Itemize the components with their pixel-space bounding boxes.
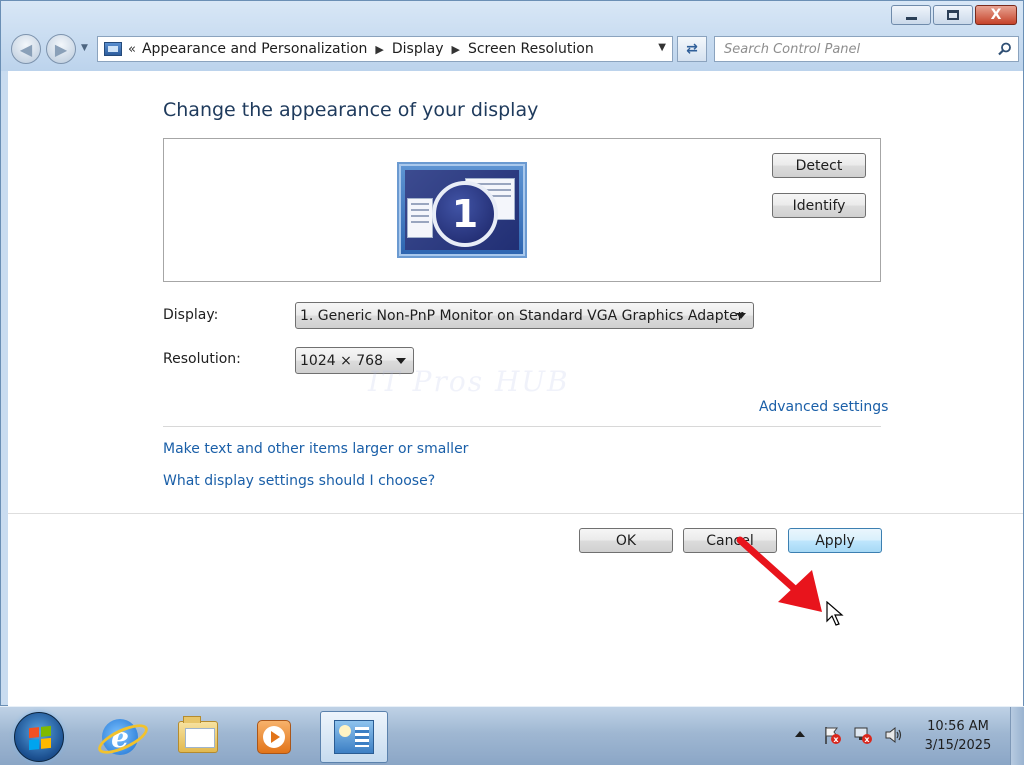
forward-button[interactable]: ▶ [46, 34, 76, 64]
resolution-label: Resolution: [163, 351, 241, 367]
taskbar-internet-explorer[interactable]: e [86, 711, 154, 763]
page-title: Change the appearance of your display [163, 99, 539, 121]
show-hidden-icons-button[interactable] [795, 731, 805, 737]
watermark: IT Pros HUB [368, 365, 570, 398]
windows-explorer-icon [178, 716, 218, 753]
windows-logo-icon [29, 725, 51, 751]
address-dropdown-icon[interactable]: ▼ [658, 42, 666, 53]
help-link[interactable]: What display settings should I choose? [163, 473, 435, 489]
internet-explorer-icon: e [102, 719, 138, 755]
search-input[interactable] [724, 41, 994, 57]
display-select[interactable]: 1. Generic Non-PnP Monitor on Standard V… [295, 302, 754, 329]
restore-button[interactable] [933, 5, 973, 25]
breadcrumb-overflow[interactable]: « [128, 42, 136, 57]
network-icon[interactable]: x [853, 725, 873, 745]
control-panel-icon [334, 720, 374, 754]
volume-icon[interactable] [884, 725, 904, 745]
media-player-icon [257, 720, 291, 754]
minimize-button[interactable] [891, 5, 931, 25]
divider [163, 426, 881, 427]
chevron-down-icon [396, 358, 406, 364]
text-size-link[interactable]: Make text and other items larger or smal… [163, 441, 468, 457]
breadcrumb-separator-icon[interactable]: ▶ [375, 43, 383, 56]
search-icon[interactable] [998, 42, 1012, 56]
annotation-arrow-icon [736, 536, 822, 612]
advanced-settings-link[interactable]: Advanced settings [759, 399, 888, 415]
restore-icon [947, 10, 959, 20]
taskbar: e x x 10:56 AM 3/15/2025 [0, 706, 1024, 765]
divider [8, 513, 1023, 514]
monitor-screen: 1 [405, 170, 519, 250]
system-clock[interactable]: 10:56 AM 3/15/2025 [918, 717, 998, 755]
clock-time: 10:56 AM [927, 719, 989, 734]
taskbar-media-player[interactable] [240, 711, 308, 763]
monitor-1-thumbnail[interactable]: 1 [397, 162, 527, 258]
ok-button[interactable]: OK [579, 528, 673, 553]
breadcrumb-separator-icon[interactable]: ▶ [452, 43, 460, 56]
svg-text:x: x [864, 735, 870, 744]
refresh-button[interactable]: ⇄ [677, 36, 707, 62]
mouse-cursor-icon [826, 601, 844, 626]
refresh-icon: ⇄ [686, 41, 698, 57]
screen-resolution-window: X ◀ ▶ ▼ « Appearance and Personalization… [0, 0, 1024, 707]
display-select-value: 1. Generic Non-PnP Monitor on Standard V… [300, 307, 744, 324]
back-button[interactable]: ◀ [11, 34, 41, 64]
control-panel-icon [104, 42, 122, 56]
taskbar-windows-explorer[interactable] [164, 711, 232, 763]
detect-button[interactable]: Detect [772, 153, 866, 178]
close-icon: X [990, 7, 1002, 23]
recent-pages-dropdown[interactable]: ▼ [81, 43, 88, 53]
taskbar-control-panel[interactable] [320, 711, 388, 763]
search-box[interactable] [714, 36, 1019, 62]
monitor-number-badge: 1 [432, 181, 498, 247]
mini-window [407, 198, 433, 238]
svg-text:x: x [833, 735, 839, 744]
clock-date: 3/15/2025 [924, 738, 992, 753]
breadcrumb-appearance[interactable]: Appearance and Personalization [142, 41, 367, 57]
window-controls: X [891, 5, 1017, 25]
forward-arrow-icon: ▶ [54, 39, 68, 59]
back-arrow-icon: ◀ [19, 39, 33, 59]
chevron-down-icon [736, 313, 746, 319]
identify-button[interactable]: Identify [772, 193, 866, 218]
show-desktop-button[interactable] [1010, 707, 1024, 765]
minimize-icon [905, 16, 917, 20]
display-preview-area: 1 Detect Identify [163, 138, 881, 282]
breadcrumb-display[interactable]: Display [392, 41, 444, 57]
address-bar[interactable]: « Appearance and Personalization ▶ Displ… [97, 36, 673, 62]
content-pane: Change the appearance of your display 1 … [8, 71, 1023, 707]
display-label: Display: [163, 307, 219, 323]
breadcrumb-screen-resolution[interactable]: Screen Resolution [468, 41, 594, 57]
start-button[interactable] [14, 712, 64, 762]
close-button[interactable]: X [975, 5, 1017, 25]
action-center-flag-icon[interactable]: x [822, 725, 842, 745]
